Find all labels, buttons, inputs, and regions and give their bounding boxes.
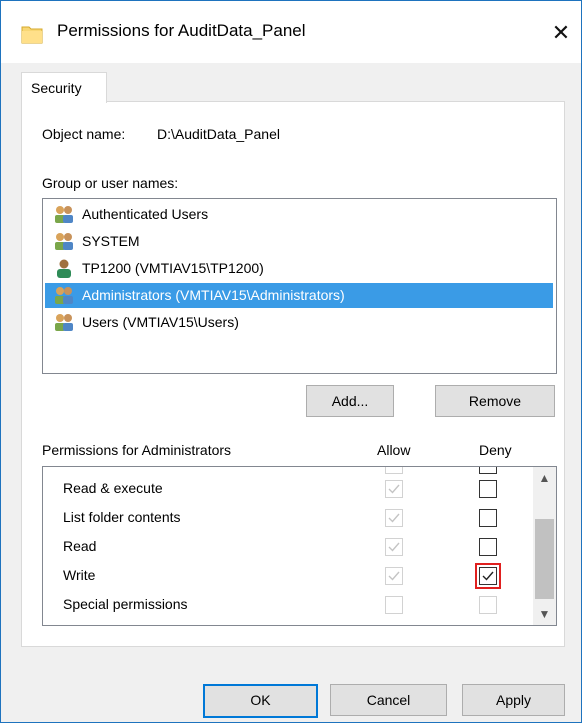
scroll-up-icon[interactable]: ▲ <box>533 467 556 489</box>
list-item-users[interactable]: Users (VMTIAV15\Users) <box>45 310 553 335</box>
list-item-administrators[interactable]: Administrators (VMTIAV15\Administrators) <box>45 283 553 308</box>
deny-checkbox[interactable] <box>475 563 501 589</box>
permission-name: Special permissions <box>63 596 188 612</box>
title-bar[interactable]: Permissions for AuditData_Panel ✕ <box>1 1 581 63</box>
list-item-system[interactable]: SYSTEM <box>45 229 553 254</box>
list-item-tp1200[interactable]: TP1200 (VMTIAV15\TP1200) <box>45 256 553 281</box>
allow-checkbox <box>385 538 403 556</box>
group-icon <box>55 233 73 250</box>
remove-button[interactable]: Remove <box>435 385 555 417</box>
permission-name: Read & execute <box>63 480 163 496</box>
user-icon <box>57 259 71 278</box>
object-name-label: Object name: <box>42 126 126 142</box>
list-item-label: SYSTEM <box>82 233 140 249</box>
permissions-scrollbar[interactable]: ▲ ▼ <box>533 467 556 625</box>
group-or-user-names-label: Group or user names: <box>42 175 179 191</box>
deny-checkbox[interactable] <box>479 538 497 556</box>
cancel-button[interactable]: Cancel <box>330 684 447 716</box>
list-item-label: TP1200 (VMTIAV15\TP1200) <box>82 260 264 276</box>
object-name-value: D:\AuditData_Panel <box>157 126 280 142</box>
allow-checkbox <box>385 467 403 474</box>
permission-row-write: Write <box>43 562 533 591</box>
group-icon <box>55 314 73 331</box>
window-title: Permissions for AuditData_Panel <box>57 21 306 40</box>
folder-icon <box>21 26 43 44</box>
list-item-label: Administrators (VMTIAV15\Administrators) <box>82 287 345 303</box>
permission-name: Read <box>63 538 97 554</box>
apply-button[interactable]: Apply <box>462 684 565 716</box>
allow-column-header: Allow <box>377 442 411 458</box>
tab-security[interactable]: Security <box>21 72 107 103</box>
list-item-authenticated-users[interactable]: Authenticated Users <box>45 202 553 227</box>
group-icon <box>55 206 73 223</box>
deny-checkbox <box>479 596 497 614</box>
deny-checkbox[interactable] <box>479 480 497 498</box>
deny-checkbox[interactable] <box>479 509 497 527</box>
allow-checkbox <box>385 509 403 527</box>
scroll-down-icon[interactable]: ▼ <box>533 603 556 625</box>
permission-row-read-execute: Read & execute <box>43 475 533 504</box>
list-item-label: Authenticated Users <box>82 206 209 222</box>
add-button[interactable]: Add... <box>306 385 394 417</box>
permission-row-special-permissions: Special permissions <box>43 591 533 620</box>
permission-name: Write <box>63 567 96 583</box>
allow-checkbox <box>385 480 403 498</box>
allow-checkbox <box>385 596 403 614</box>
permission-row-list-folder-contents: List folder contents <box>43 504 533 533</box>
permissions-dialog: Permissions for AuditData_Panel ✕ Securi… <box>0 0 582 723</box>
permission-row-read: Read <box>43 533 533 562</box>
scroll-thumb[interactable] <box>535 519 554 599</box>
close-button[interactable]: ✕ <box>541 15 581 51</box>
permissions-list[interactable]: Read & execute List folder contents Read… <box>42 466 557 626</box>
group-icon <box>55 287 73 304</box>
ok-button[interactable]: OK <box>203 684 318 718</box>
deny-column-header: Deny <box>479 442 512 458</box>
permission-name: List folder contents <box>63 509 181 525</box>
permissions-header: Permissions for Administrators <box>42 442 232 458</box>
allow-checkbox <box>385 567 403 585</box>
deny-checkbox[interactable] <box>479 467 497 474</box>
list-item-label: Users (VMTIAV15\Users) <box>82 314 239 330</box>
user-list[interactable]: Authenticated Users SYSTEM TP1200 (VMTIA… <box>42 198 557 374</box>
